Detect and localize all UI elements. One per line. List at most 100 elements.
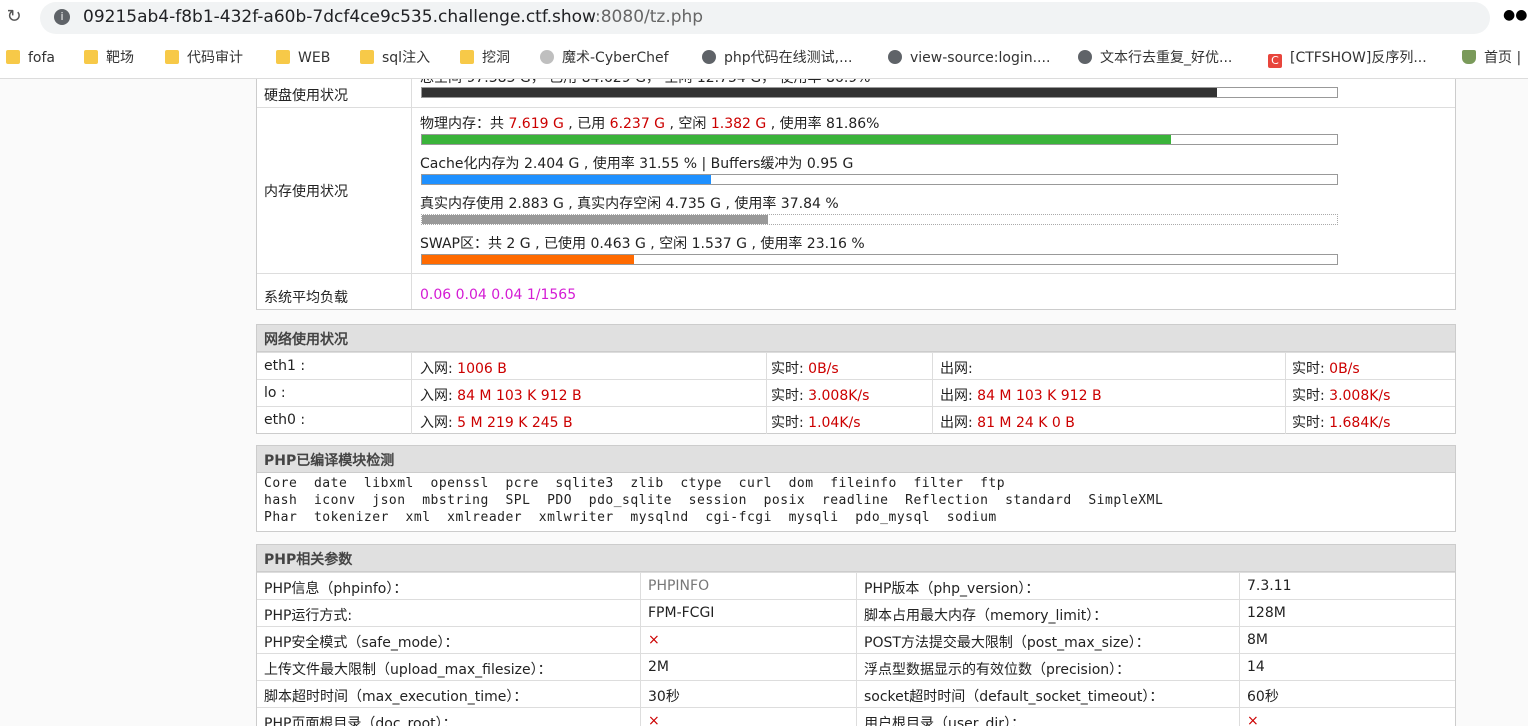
iface-name: eth1 : [264, 358, 306, 374]
net-out-realtime: 实时: 3.008K/s [1292, 388, 1391, 404]
swap-fill [422, 255, 634, 264]
folder-icon [84, 50, 98, 64]
folder-icon [276, 50, 290, 64]
modules-header: PHP已编译模块检测 [257, 446, 1455, 473]
load-label: 系统平均负载 [264, 290, 348, 306]
folder-icon [460, 50, 474, 64]
network-row: lo : 入网: 84 M 103 K 912 B 实时: 3.008K/s 出网: … [257, 379, 1455, 407]
disk-text: 总空间 97.383 G， 已用 84.629 G， 空闲 12.754 G， … [420, 79, 870, 87]
bookmark-home[interactable]: 首页 | [1462, 44, 1521, 72]
system-status-table: 硬盘使用状况 总空间 97.383 G， 已用 84.629 G， 空闲 12.… [256, 79, 1456, 284]
bookmark-label: view-source:login.... [910, 50, 1051, 66]
bookmark-label: fofa [28, 50, 56, 66]
param-key: POST方法提交最大限制（post_max_size）： [864, 635, 1150, 651]
iface-name: lo : [264, 385, 286, 401]
param-key: socket超时时间（default_socket_timeout）： [864, 689, 1164, 705]
bookmark-cyberchef[interactable]: 魔术-CyberChef [540, 44, 669, 72]
phpinfo-link[interactable]: PHPINFO [648, 578, 709, 594]
bookmark-sql[interactable]: sql注入 [360, 44, 430, 72]
bookmark-label: 魔术-CyberChef [562, 50, 669, 66]
param-value: 8M [1247, 632, 1268, 648]
folder-icon [6, 50, 20, 64]
modules-title: PHP已编译模块检测 [264, 453, 395, 469]
iface-name: eth0 : [264, 412, 306, 428]
mem-real-bar [421, 214, 1338, 225]
disk-label: 硬盘使用状况 [264, 88, 348, 104]
mem-real-text: 真实内存使用 2.883 G , 真实内存空闲 4.735 G , 使用率 37… [420, 196, 839, 212]
bookmark-fofa[interactable]: fofa [6, 44, 55, 72]
mem-label: 内存使用状况 [264, 184, 348, 200]
bookmark-label: 首页 | [1484, 50, 1522, 66]
extension-icon[interactable]: ●● [1503, 6, 1527, 24]
mem-cache-fill [422, 175, 711, 184]
php-param-row: PHP运行方式: FPM-FCGI 脚本占用最大内存（memory_limit）： 1… [257, 599, 1455, 627]
swap-bar [421, 254, 1338, 265]
param-value: × [648, 632, 660, 648]
param-key: PHP运行方式: [264, 608, 353, 624]
bookmark-label: 靶场 [106, 50, 134, 66]
net-in-realtime: 实时: 3.008K/s [771, 388, 870, 404]
param-key: PHP信息（phpinfo）： [264, 581, 408, 597]
param-value: 30秒 [648, 689, 680, 705]
net-out: 出网: 84 M 103 K 912 B [940, 388, 1102, 404]
php-params-header: PHP相关参数 [257, 545, 1455, 572]
php-param-row: 脚本超时时间（max_execution_time）： 30秒 socket超时时间… [257, 680, 1455, 708]
bookmark-php-test[interactable]: php代码在线测试,... [702, 44, 852, 72]
param-value: FPM-FCGI [648, 605, 715, 621]
bookmark-code-audit[interactable]: 代码审计 [165, 44, 243, 72]
ctfshow-icon: C [1268, 54, 1282, 68]
plant-icon [1462, 50, 1476, 64]
bookmark-view-source[interactable]: view-source:login.... [888, 44, 1050, 72]
bookmark-dig[interactable]: 挖洞 [460, 44, 510, 72]
bookmark-label: sql注入 [382, 50, 431, 66]
php-params-title: PHP相关参数 [264, 552, 353, 568]
param-value: 60秒 [1247, 689, 1279, 705]
folder-icon [165, 50, 179, 64]
bookmark-web[interactable]: WEB [276, 44, 330, 72]
network-row: eth1 : 入网: 1006 B 实时: 0B/s 出网: 实时: 0B/s [257, 352, 1455, 380]
param-value: × [1247, 713, 1259, 726]
net-in-realtime: 实时: 1.04K/s [771, 415, 861, 431]
php-param-row: PHP安全模式（safe_mode）： × POST方法提交最大限制（post_ma… [257, 626, 1455, 654]
net-out-realtime: 实时: 0B/s [1292, 361, 1360, 377]
disk-usage-fill [422, 88, 1218, 97]
url-text[interactable]: 09215ab4-f8b1-432f-a60b-7dcf4ce9c535.cha… [83, 7, 703, 27]
net-out: 出网: [940, 361, 973, 377]
network-row: eth0 : 入网: 5 M 219 K 245 B 实时: 1.04K/s 出网: … [257, 406, 1455, 434]
param-key: 上传文件最大限制（upload_max_filesize）： [264, 662, 552, 678]
net-out: 出网: 81 M 24 K 0 B [940, 415, 1075, 431]
net-in: 入网: 1006 B [420, 361, 507, 377]
php-param-row: 上传文件最大限制（upload_max_filesize）： 2M 浮点型数据显示的… [257, 653, 1455, 681]
php-param-row: PHP页面根目录（doc_root）： × 用户根目录（user_dir）： × [257, 707, 1455, 726]
net-in: 入网: 5 M 219 K 245 B [420, 415, 573, 431]
page-content: 硬盘使用状况 总空间 97.383 G， 已用 84.629 G， 空闲 12.… [0, 79, 1528, 726]
bookmark-label: 代码审计 [187, 50, 243, 66]
network-table: 网络使用状况 eth1 : 入网: 1006 B 实时: 0B/s 出网: 实时: 0… [256, 324, 1456, 434]
mem-cache-bar [421, 174, 1338, 185]
mem-phys-bar [421, 134, 1338, 145]
bookmark-dedupe[interactable]: 文本行去重复_好优... [1078, 44, 1232, 72]
network-title: 网络使用状况 [264, 332, 348, 348]
php-params-table: PHP相关参数 PHP信息（phpinfo）： PHPINFO PHP版本（php_… [256, 544, 1456, 726]
url-path: :8080/tz.php [595, 7, 704, 27]
bookmark-ctfshow[interactable]: C [CTFSHOW]反序列... [1268, 44, 1427, 72]
net-out-realtime: 实时: 1.684K/s [1292, 415, 1391, 431]
bookmark-range[interactable]: 靶场 [84, 44, 134, 72]
modules-line-1: Core date libxml openssl pcre sqlite3 zl… [264, 476, 1006, 491]
load-row: 系统平均负载 0.06 0.04 0.04 1/1565 [256, 282, 1456, 310]
param-key: PHP安全模式（safe_mode）： [264, 635, 459, 651]
bookmark-label: php代码在线测试,... [724, 50, 853, 66]
net-in-realtime: 实时: 0B/s [771, 361, 839, 377]
param-key: 脚本超时时间（max_execution_time）： [264, 689, 528, 705]
address-bar[interactable]: i 09215ab4-f8b1-432f-a60b-7dcf4ce9c535.c… [40, 2, 1490, 34]
param-key: 脚本占用最大内存（memory_limit）： [864, 608, 1108, 624]
disk-usage-bar [421, 87, 1338, 98]
modules-table: PHP已编译模块检测 Core date libxml openssl pcre… [256, 445, 1456, 532]
param-key: PHP页面根目录（doc_root）： [264, 716, 457, 726]
param-key: 用户根目录（user_dir）： [864, 716, 1026, 726]
mem-cache-text: Cache化内存为 2.404 G , 使用率 31.55 % | Buffer… [420, 156, 854, 172]
mem-phys-fill [422, 135, 1172, 144]
reload-icon[interactable]: ↻ [3, 6, 25, 28]
mem-real-fill [422, 215, 769, 224]
site-info-icon[interactable]: i [54, 9, 70, 25]
